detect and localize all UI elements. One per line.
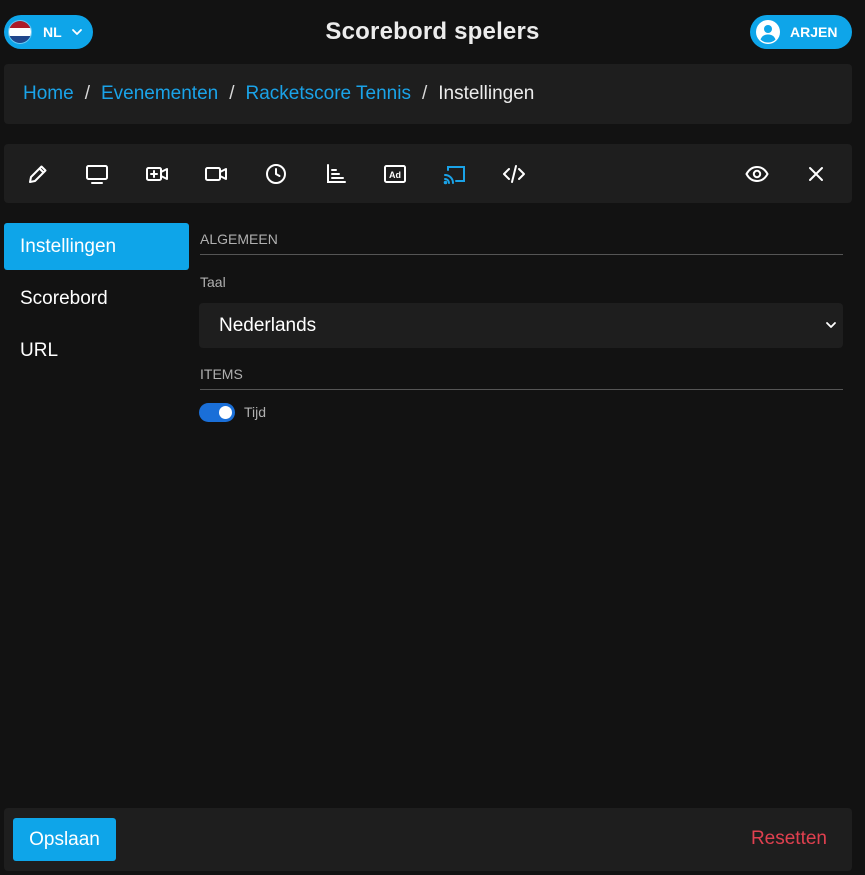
page-title: Scorebord spelers <box>325 18 540 45</box>
toolbar: Ad <box>4 144 852 203</box>
camera-button[interactable] <box>203 161 229 187</box>
add-camera-button[interactable] <box>144 161 170 187</box>
breadcrumb-event[interactable]: Racketscore Tennis <box>246 83 411 105</box>
cast-button[interactable] <box>442 161 468 187</box>
preview-button[interactable] <box>744 161 770 187</box>
edit-button[interactable] <box>25 161 51 187</box>
time-toggle[interactable] <box>199 403 235 422</box>
reset-button[interactable]: Resetten <box>751 828 827 850</box>
monitor-icon <box>86 165 108 184</box>
save-button[interactable]: Opslaan <box>13 818 116 861</box>
footer-bar: Opslaan Resetten <box>4 808 852 871</box>
close-button[interactable] <box>803 161 829 187</box>
breadcrumb: Home / Evenementen / Racketscore Tennis … <box>4 64 852 124</box>
embed-code-button[interactable] <box>501 161 527 187</box>
breadcrumb-events[interactable]: Evenementen <box>101 83 218 105</box>
pencil-icon <box>29 165 47 183</box>
sidebar-item-scorebord[interactable]: Scorebord <box>4 275 189 322</box>
code-icon <box>503 165 525 183</box>
time-toggle-label: Tijd <box>244 404 267 420</box>
app-header: NL Scorebord spelers ARJEN <box>0 0 865 64</box>
language-select[interactable]: Nederlands <box>199 303 843 348</box>
ads-button[interactable]: Ad <box>382 161 408 187</box>
user-menu-button[interactable]: ARJEN <box>750 15 852 49</box>
toggle-knob <box>219 406 232 419</box>
svg-text:Ad: Ad <box>389 170 401 180</box>
ad-icon: Ad <box>384 165 406 183</box>
language-select-value: Nederlands <box>219 314 317 336</box>
user-avatar-icon <box>756 20 780 44</box>
breadcrumb-home[interactable]: Home <box>23 83 74 105</box>
section-heading-items: ITEMS <box>200 366 843 390</box>
breadcrumb-current: Instellingen <box>438 83 535 104</box>
language-field-label: Taal <box>200 274 226 290</box>
breadcrumb-separator: / <box>84 83 90 104</box>
user-name: ARJEN <box>790 24 838 40</box>
bar-chart-icon <box>327 164 346 183</box>
cast-icon <box>443 166 465 185</box>
clock-icon <box>266 164 286 184</box>
breadcrumb-separator: / <box>229 83 235 104</box>
sidebar-item-instellingen[interactable]: Instellingen <box>4 223 189 270</box>
stats-button[interactable] <box>323 161 349 187</box>
clock-button[interactable] <box>263 161 289 187</box>
eye-icon <box>745 165 769 183</box>
close-icon <box>809 167 823 181</box>
video-add-icon <box>146 167 168 181</box>
breadcrumb-separator: / <box>421 83 428 104</box>
monitor-button[interactable] <box>84 161 110 187</box>
chevron-down-icon <box>826 322 836 328</box>
section-heading-general: ALGEMEEN <box>200 231 843 255</box>
video-icon <box>205 167 227 181</box>
sidebar-item-url[interactable]: URL <box>4 327 189 374</box>
